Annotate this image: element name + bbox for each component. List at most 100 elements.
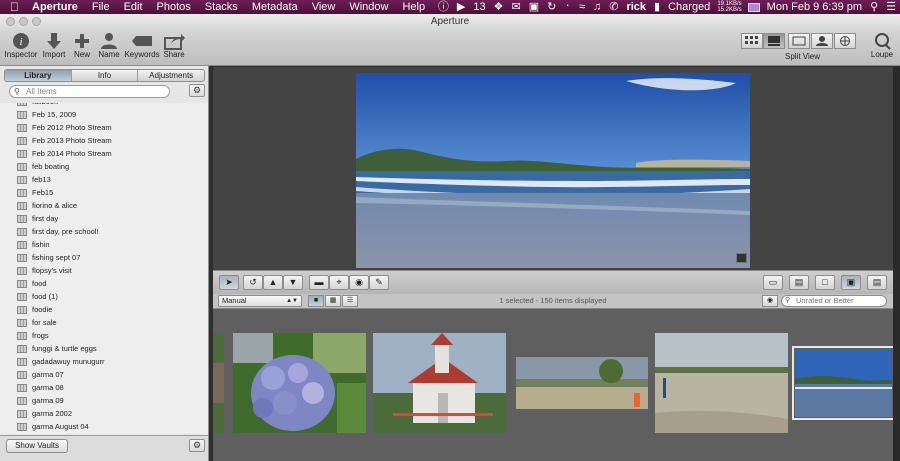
sync-icon[interactable]: ↻ <box>543 0 560 14</box>
app-menu[interactable]: Aperture <box>25 0 85 14</box>
library-item[interactable]: feb13 <box>0 173 208 186</box>
mail-icon[interactable]: ✉ <box>508 0 525 14</box>
one-up-button[interactable]: ▣ <box>841 275 861 290</box>
library-action-gear-button[interactable]: ⚙ <box>189 84 205 97</box>
multi-view-button[interactable]: ▤ <box>789 275 809 290</box>
monitor-icon[interactable] <box>747 2 760 12</box>
display-icon[interactable]: ▣ <box>525 0 543 14</box>
show-vaults-button[interactable]: Show Vaults <box>6 439 68 453</box>
main-photo[interactable] <box>356 73 750 268</box>
browser-view-button[interactable] <box>741 33 763 49</box>
bluetooth-icon[interactable]: ᛫ <box>560 0 575 14</box>
dropbox-icon[interactable]: ❖ <box>490 0 508 14</box>
battery-status[interactable]: Charged <box>664 0 714 14</box>
library-item[interactable]: feb boating <box>0 160 208 173</box>
library-item[interactable]: for sale <box>0 316 208 329</box>
library-item[interactable]: fishin <box>0 238 208 251</box>
menu-photos[interactable]: Photos <box>150 0 198 14</box>
library-item[interactable]: fiorino & alice <box>0 199 208 212</box>
metadata-overlay-button[interactable]: ▤ <box>867 275 887 290</box>
menu-file[interactable]: File <box>85 0 117 14</box>
viewer-mode-button[interactable]: ▭ <box>763 275 783 290</box>
network-monitor[interactable]: 19.1KB/s 15.2KB/s <box>714 1 744 13</box>
vault-action-gear-button[interactable]: ⚙ <box>189 439 205 452</box>
library-item[interactable]: first day <box>0 212 208 225</box>
library-item-label: flopsy's visit <box>32 266 72 275</box>
minimize-window-button[interactable] <box>19 17 28 26</box>
library-item[interactable]: garma August 04 <box>0 420 208 433</box>
menu-help[interactable]: Help <box>395 0 432 14</box>
vertical-scrollbar[interactable] <box>893 67 900 461</box>
primary-only-button[interactable]: □ <box>815 275 835 290</box>
rating-filter-input[interactable]: ⚲ Unrated or Better <box>781 295 887 307</box>
user-name[interactable]: rick <box>622 0 650 14</box>
tab-adjustments[interactable]: Adjustments <box>138 70 204 81</box>
menu-metadata[interactable]: Metadata <box>245 0 305 14</box>
menu-stacks[interactable]: Stacks <box>198 0 245 14</box>
red-eye-tool-button[interactable]: ◉ <box>349 275 369 290</box>
library-item[interactable]: garma 07 <box>0 368 208 381</box>
selection-tool-button[interactable]: ➤ <box>219 275 239 290</box>
library-item[interactable]: garma 2002 <box>0 407 208 420</box>
apple-menu-icon[interactable]:  <box>0 0 25 14</box>
thumbnail[interactable] <box>213 333 224 433</box>
straighten-tool-button[interactable]: ▬ <box>309 275 329 290</box>
list-icon[interactable]: ☰ <box>882 0 900 14</box>
library-item[interactable]: first day, pre school! <box>0 225 208 238</box>
rotate-tool-button[interactable]: ↺ <box>243 275 263 290</box>
library-item[interactable]: garma 09 <box>0 394 208 407</box>
library-item[interactable]: food (1) <box>0 290 208 303</box>
menu-view[interactable]: View <box>305 0 343 14</box>
thumbnail[interactable] <box>655 333 788 433</box>
library-item[interactable]: garma 08 <box>0 381 208 394</box>
volume-icon[interactable]: ♫ <box>589 0 605 14</box>
library-item[interactable]: fishing sept 07 <box>0 251 208 264</box>
faces-button[interactable] <box>811 33 833 49</box>
wifi-icon[interactable]: ≈ <box>575 0 589 14</box>
viewer-info-badge[interactable] <box>736 253 747 263</box>
thumbnail[interactable] <box>233 333 366 433</box>
menu-window[interactable]: Window <box>342 0 395 14</box>
zoom-window-button[interactable] <box>32 17 41 26</box>
filmstrip[interactable] <box>213 309 893 461</box>
library-item[interactable]: Feb 2012 Photo Stream <box>0 121 208 134</box>
import-filter-button[interactable]: ◉ <box>762 295 778 307</box>
library-item[interactable]: frogs <box>0 329 208 342</box>
loupe-button[interactable]: Loupe <box>863 32 900 59</box>
library-item[interactable]: flopsy's visit <box>0 264 208 277</box>
lift-tool-button[interactable]: ▲ <box>263 275 283 290</box>
library-list[interactable]: fallbook Feb 15, 2009 Feb 2012 Photo Str… <box>0 103 208 434</box>
library-item[interactable]: food <box>0 277 208 290</box>
crop-tool-button[interactable]: ⌖ <box>329 275 349 290</box>
clock[interactable]: Mon Feb 9 6:39 pm <box>763 0 866 14</box>
library-item[interactable]: Feb 15, 2009 <box>0 108 208 121</box>
places-button[interactable] <box>834 33 856 49</box>
thumbnail-selected[interactable] <box>792 346 893 420</box>
thumbnail[interactable] <box>373 333 506 433</box>
info-icon[interactable]: ⓘ <box>434 0 453 14</box>
library-search-input[interactable]: ⚲ All Items <box>9 85 170 98</box>
split-view-button[interactable] <box>763 33 785 49</box>
photo-viewer[interactable] <box>213 67 893 270</box>
brush-tool-button[interactable]: ✎ <box>369 275 389 290</box>
badge-count[interactable]: 13 <box>469 0 489 14</box>
stamp-tool-button[interactable]: ▼ <box>283 275 303 290</box>
search-icon[interactable]: ⚲ <box>866 0 882 14</box>
thumbnail[interactable] <box>516 357 648 409</box>
library-item[interactable]: Feb 2014 Photo Stream <box>0 147 208 160</box>
library-item-label: first day <box>32 214 59 223</box>
close-window-button[interactable] <box>6 17 15 26</box>
tab-info[interactable]: Info <box>72 70 139 81</box>
notification-icon[interactable]: ▶ <box>453 0 469 14</box>
library-item[interactable]: Feb 2013 Photo Stream <box>0 134 208 147</box>
library-item[interactable]: Feb15 <box>0 186 208 199</box>
viewer-button[interactable] <box>788 33 810 49</box>
library-item[interactable]: gadadawuy munugurr <box>0 355 208 368</box>
library-item[interactable]: foodie <box>0 303 208 316</box>
battery-icon[interactable]: ▮ <box>650 0 664 14</box>
phone-icon[interactable]: ✆ <box>605 0 622 14</box>
menu-edit[interactable]: Edit <box>117 0 150 14</box>
tab-library[interactable]: Library <box>5 70 72 81</box>
share-button[interactable]: Share <box>154 32 194 59</box>
library-item[interactable]: funggi & turtle eggs <box>0 342 208 355</box>
